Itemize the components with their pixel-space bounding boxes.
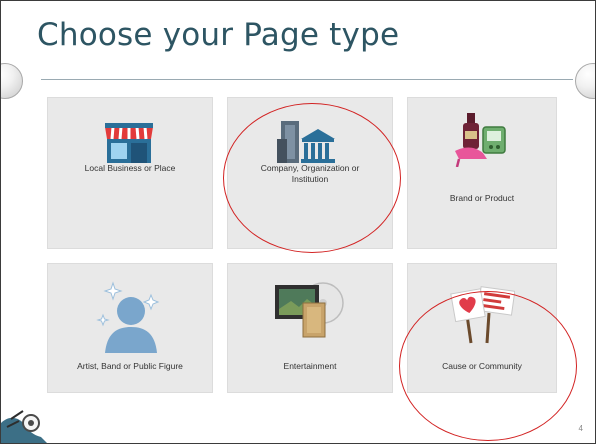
tile-label: Brand or Product: [449, 193, 515, 203]
page-number: 4: [578, 424, 583, 433]
logo-decoration-icon: [1, 410, 47, 443]
tv-film-disc-icon: [275, 282, 344, 338]
left-knob-decoration: [1, 63, 23, 99]
page-type-company-organization[interactable]: Company, Organization or Institution: [227, 97, 393, 249]
building-bank-icon: [277, 121, 335, 163]
page-type-cause-community[interactable]: Cause or Community: [407, 263, 557, 393]
page-type-entertainment[interactable]: Entertainment: [227, 263, 393, 393]
tile-label: Entertainment: [283, 361, 337, 371]
person-sparkles-icon: [96, 281, 160, 353]
tile-label: Cause or Community: [442, 361, 522, 371]
slide: Choose your Page type Local Business or …: [0, 0, 596, 444]
shoe-bottle-product-icon: [455, 113, 506, 167]
storefront-icon: [105, 123, 153, 163]
page-title: Choose your Page type: [37, 17, 400, 53]
tile-label: Artist, Band or Public Figure: [77, 361, 183, 371]
protest-signs-icon: [450, 286, 515, 344]
tile-label: Company, Organization or Institution: [260, 163, 360, 184]
title-divider: [41, 79, 573, 80]
tile-label: Local Business or Place: [84, 163, 176, 173]
page-type-local-business[interactable]: Local Business or Place: [47, 97, 213, 249]
right-knob-decoration: [575, 63, 595, 99]
page-type-artist-public-figure[interactable]: Artist, Band or Public Figure: [47, 263, 213, 393]
page-type-brand-product[interactable]: Brand or Product: [407, 97, 557, 249]
